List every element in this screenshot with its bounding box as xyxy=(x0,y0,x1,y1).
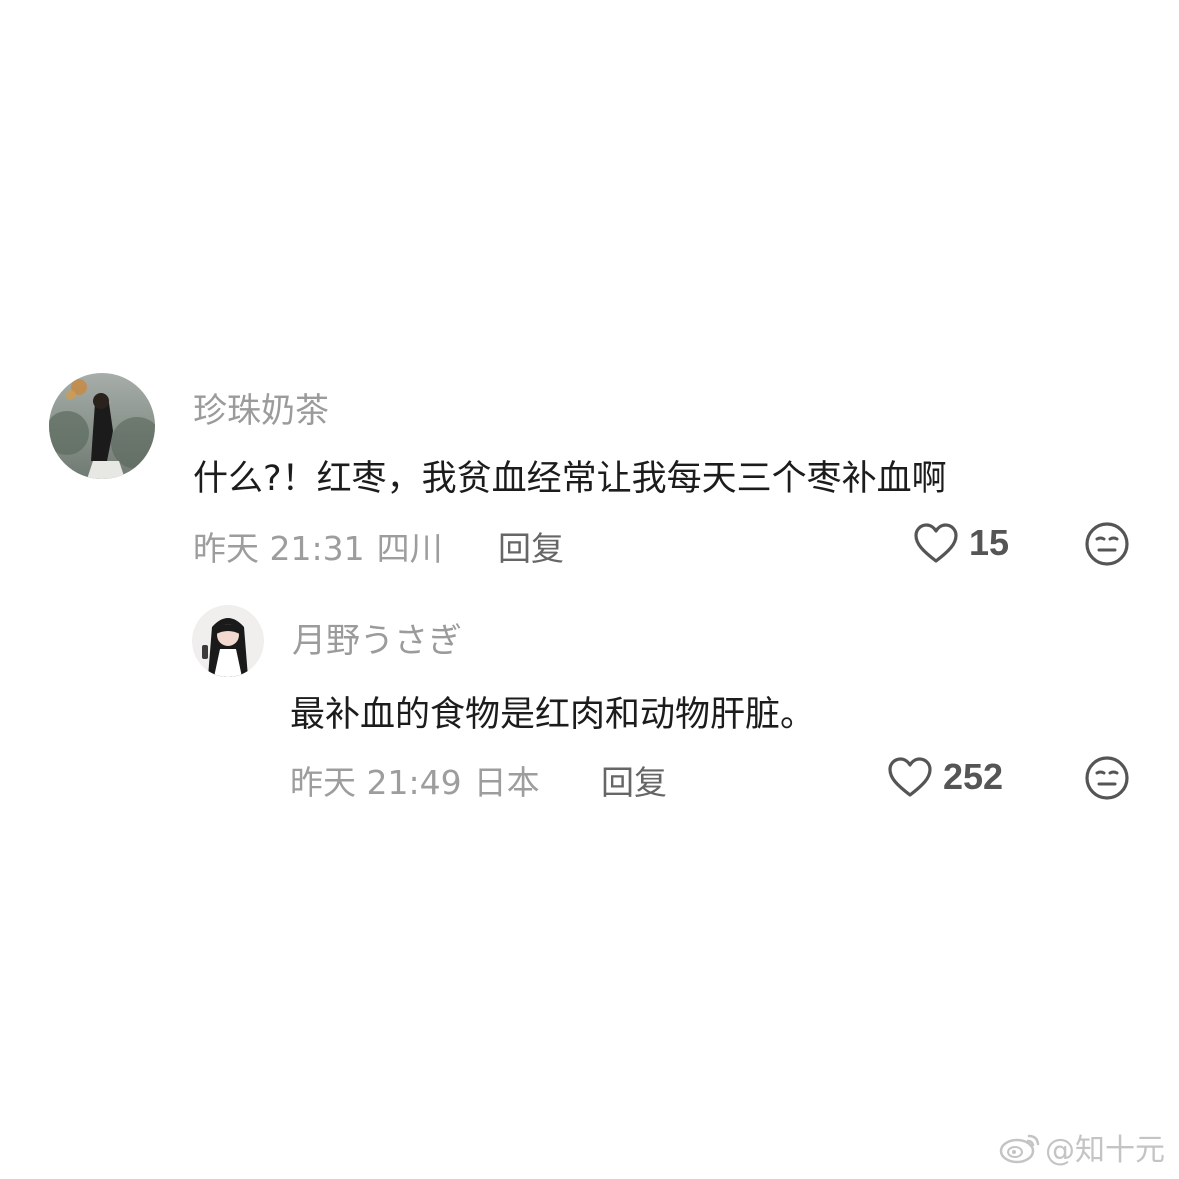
comment-text: 最补血的食物是红肉和动物肝脏。 xyxy=(290,695,816,735)
commenter-username[interactable]: 月野うさぎ xyxy=(292,613,462,662)
like-button[interactable]: 252 xyxy=(887,756,1003,798)
comment-location: 日本 xyxy=(473,763,540,802)
like-count: 252 xyxy=(943,756,1004,797)
meh-face-icon xyxy=(1085,756,1129,800)
comment-time: 昨天 21:49 xyxy=(290,763,462,802)
watermark-text: @知十元 xyxy=(1045,1133,1165,1168)
emoji-reaction-button[interactable] xyxy=(1084,755,1130,801)
heart-outline-icon xyxy=(888,757,932,797)
weibo-logo-icon xyxy=(999,1134,1040,1164)
avatar-photo-icon xyxy=(192,605,264,677)
commenter-avatar[interactable] xyxy=(192,605,264,677)
comment-2-reply: 月野うさぎ 最补血的食物是红肉和动物肝脏。 昨天 21:49 日本 回复 252 xyxy=(0,0,1179,820)
reply-button[interactable]: 回复 xyxy=(601,756,667,804)
comment-meta: 昨天 21:49 日本 xyxy=(290,756,540,804)
watermark: @知十元 xyxy=(999,1125,1165,1169)
